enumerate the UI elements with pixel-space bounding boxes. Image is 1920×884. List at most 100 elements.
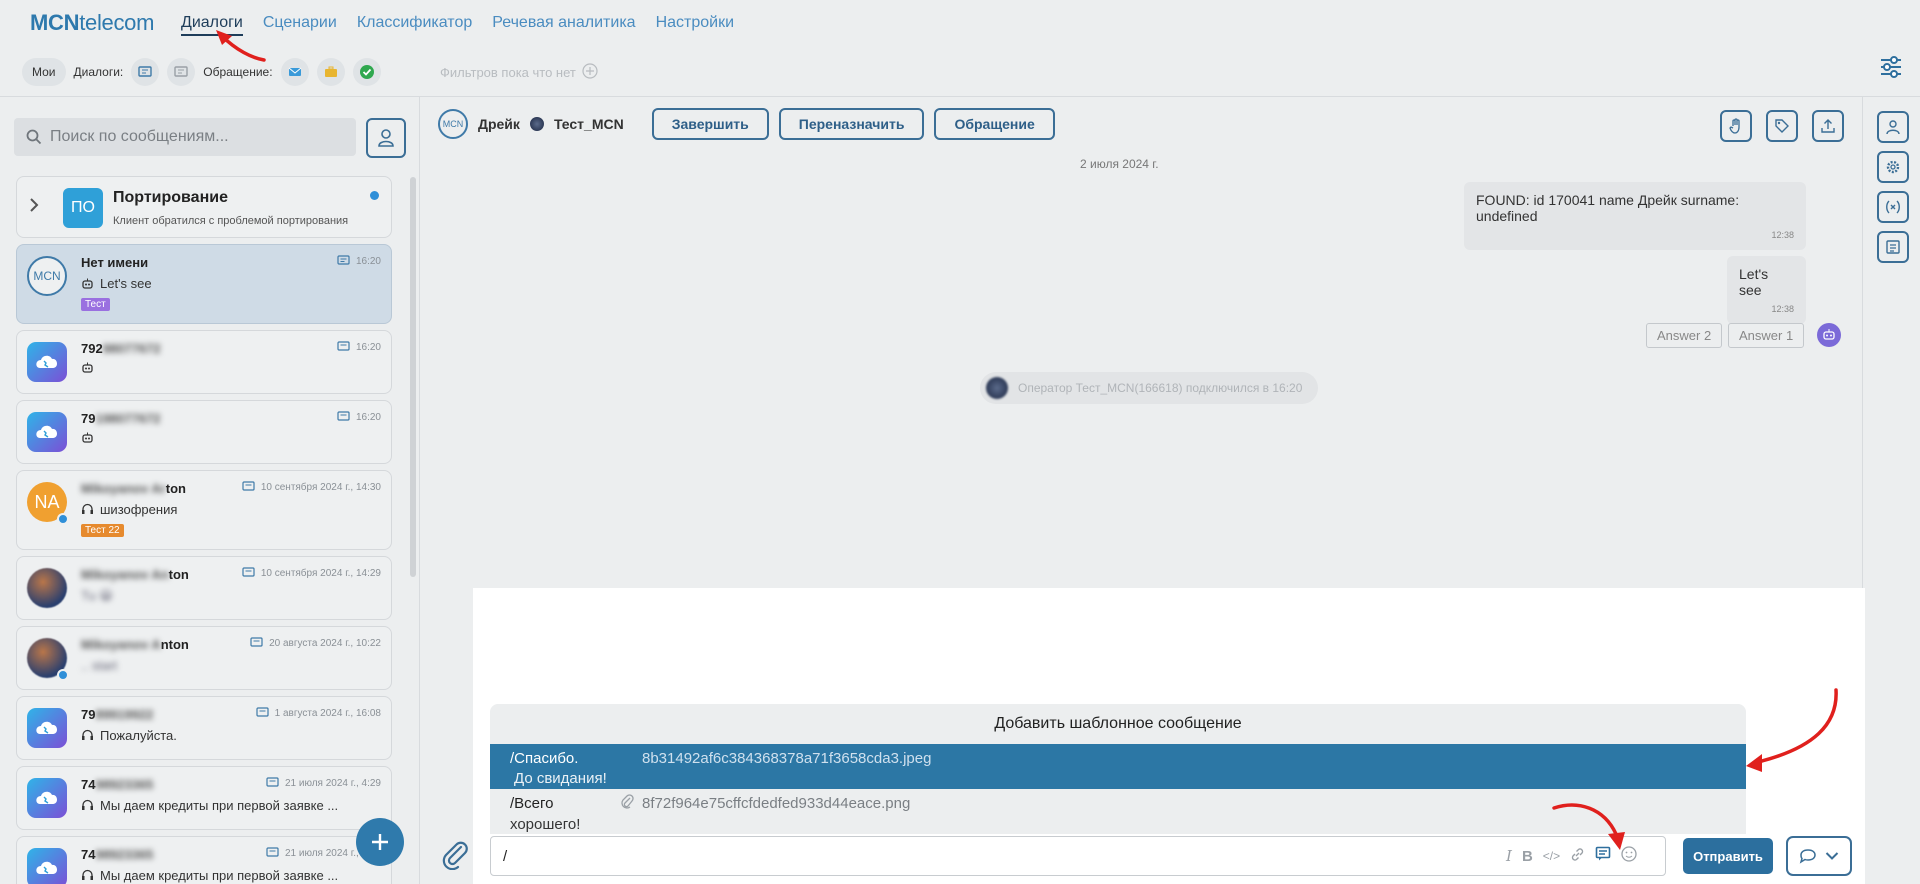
operator-joined-notice: Оператор Тест_MCN(166618) подключился в … — [980, 372, 1319, 404]
dialog-last-message: Пожалуйста. — [81, 728, 177, 743]
nav-dialogs[interactable]: Диалоги — [181, 14, 243, 36]
chat-alt-filter-icon[interactable] — [167, 58, 196, 86]
chat-actions — [1720, 110, 1844, 142]
chat-icon — [337, 255, 350, 265]
link-icon[interactable] — [1570, 847, 1585, 866]
main-nav: Диалоги Сценарии Классификатор Речевая а… — [181, 14, 734, 36]
headset-icon — [82, 729, 93, 740]
dialog-name: Нет имени — [81, 255, 149, 270]
robot-icon — [82, 432, 93, 443]
tag-icon[interactable] — [1766, 110, 1798, 142]
add-filter-icon[interactable] — [582, 63, 598, 82]
nav-settings[interactable]: Настройки — [656, 14, 734, 36]
channel-badge-icon — [57, 669, 69, 681]
message-input[interactable]: / — [490, 836, 1666, 876]
mail-icon[interactable] — [280, 58, 309, 86]
dialog-name: Mikoyanov Arton — [81, 481, 186, 496]
dialog-item[interactable]: MCN Нет имени 16:20 Let's see Тест — [16, 244, 392, 324]
template-icon[interactable] — [1595, 846, 1611, 866]
no-filters-text: Фильтров пока что нет — [440, 63, 598, 82]
bold-icon[interactable]: B — [1522, 848, 1533, 865]
attach-icon[interactable] — [440, 838, 470, 875]
template-command: /Всего — [510, 795, 554, 812]
nav-speech-analytics[interactable]: Речевая аналитика — [492, 14, 635, 36]
code-icon[interactable]: </> — [1543, 849, 1560, 863]
dialog-item[interactable]: 7498923365 21 июля 2024 г., 4:29 Мы даем… — [16, 766, 392, 830]
filter-mine-button[interactable]: Мои — [22, 58, 66, 86]
briefcase-icon[interactable] — [316, 58, 345, 86]
emoji-icon[interactable] — [1621, 846, 1637, 866]
dialog-last-message: .. start — [81, 658, 118, 673]
dialog-item[interactable]: Mikoyanov Anton 20 августа 2024 г., 10:2… — [16, 626, 392, 690]
dialog-last-message: Мы даем кредиты при первой заявке ... — [81, 868, 338, 883]
sliders-icon[interactable] — [1878, 54, 1904, 85]
dialog-name: Mikoyanov Anton — [81, 637, 189, 652]
chevron-right-icon[interactable] — [29, 197, 39, 218]
scrollbar[interactable] — [410, 177, 416, 577]
dialog-time: 16:20 — [337, 255, 381, 267]
chat-filter-icon[interactable] — [131, 58, 160, 86]
avatar — [27, 342, 67, 382]
gear-icon[interactable] — [1877, 151, 1909, 183]
variable-icon[interactable] — [1877, 191, 1909, 223]
italic-icon[interactable]: I — [1506, 847, 1512, 865]
search-input[interactable]: Поиск по сообщениям... — [14, 118, 356, 156]
operator-avatar — [529, 117, 544, 131]
operator-avatar — [986, 377, 1008, 399]
dialog-item[interactable]: NA Mikoyanov Arton 10 сентября 2024 г., … — [16, 470, 392, 550]
answer-button-2[interactable]: Answer 2 — [1646, 323, 1723, 348]
appeal-button[interactable]: Обращение — [934, 108, 1055, 140]
finish-button[interactable]: Завершить — [651, 108, 769, 140]
chat-icon — [266, 777, 279, 787]
dialog-item[interactable]: Mikoyanov Anton 10 сентября 2024 г., 14:… — [16, 556, 392, 620]
headset-icon — [82, 503, 93, 514]
avatar — [27, 568, 67, 608]
dialog-item[interactable]: 79298077672 16:20 — [16, 330, 392, 394]
dialog-item[interactable]: 7989919922 1 августа 2024 г., 16:08 Пожа… — [16, 696, 392, 760]
dialog-last-message — [81, 432, 94, 444]
check-circle-icon[interactable] — [352, 58, 381, 86]
add-dialog-button[interactable] — [356, 818, 404, 866]
message-input-value: / — [503, 847, 508, 865]
right-sidebar — [1862, 97, 1920, 884]
robot-icon — [82, 278, 93, 289]
dialog-item[interactable]: 7498923365 21 июля 2024 г., 4:29 Мы даем… — [16, 836, 392, 884]
plus-icon — [372, 834, 388, 850]
hand-icon[interactable] — [1720, 110, 1752, 142]
template-item[interactable]: /Всего хорошего! 8f72f964e75cffcfdedfed9… — [490, 789, 1746, 834]
message-text: Let's see — [1739, 266, 1769, 298]
notes-icon[interactable] — [1877, 231, 1909, 263]
chat-bubble-icon — [1799, 849, 1816, 864]
group-avatar: ПО — [63, 188, 103, 228]
send-button[interactable]: Отправить — [1683, 838, 1773, 874]
nav-scenarios[interactable]: Сценарии — [263, 14, 337, 36]
template-item[interactable]: /Спасибо. До свидания! 8b31492af6c384368… — [490, 744, 1746, 789]
user-icon — [378, 129, 394, 147]
message-time: 12:38 — [1771, 230, 1794, 240]
chat-icon — [337, 411, 350, 421]
dialog-name: 79198077672 — [81, 411, 161, 426]
channel-select[interactable] — [1786, 836, 1852, 876]
group-item-porting[interactable]: ПО Портирование Клиент обратился с пробл… — [16, 176, 392, 238]
contact-name: Дрейк — [478, 116, 520, 132]
message-bubble: Let's see 12:38 — [1727, 256, 1806, 324]
template-text: хорошего! — [510, 816, 581, 833]
export-icon[interactable] — [1812, 110, 1844, 142]
chat-header: MCN Дрейк Тест_MCN Завершить Переназначи… — [438, 108, 1055, 140]
group-title: Портирование — [113, 189, 228, 206]
reassign-button[interactable]: Переназначить — [778, 108, 925, 140]
template-file: 8f72f964e75cffcfdedfed933d44eace.png — [642, 795, 911, 812]
chat-icon — [242, 481, 255, 491]
channel-badge-icon — [57, 513, 69, 525]
profile-icon[interactable] — [1877, 111, 1909, 143]
dialog-last-message: Tu 😀 — [81, 588, 113, 603]
dialog-last-message: Мы даем кредиты при первой заявке ... — [81, 798, 338, 813]
avatar: MCN — [27, 256, 67, 296]
dialog-list: ПО Портирование Клиент обратился с пробл… — [16, 176, 392, 884]
dialog-name: 79298077672 — [81, 341, 161, 356]
unread-dot — [370, 191, 379, 200]
dialog-item[interactable]: 79198077672 16:20 — [16, 400, 392, 464]
user-filter-button[interactable] — [366, 118, 406, 158]
answer-button-1[interactable]: Answer 1 — [1728, 323, 1805, 348]
nav-classifier[interactable]: Классификатор — [357, 14, 472, 36]
